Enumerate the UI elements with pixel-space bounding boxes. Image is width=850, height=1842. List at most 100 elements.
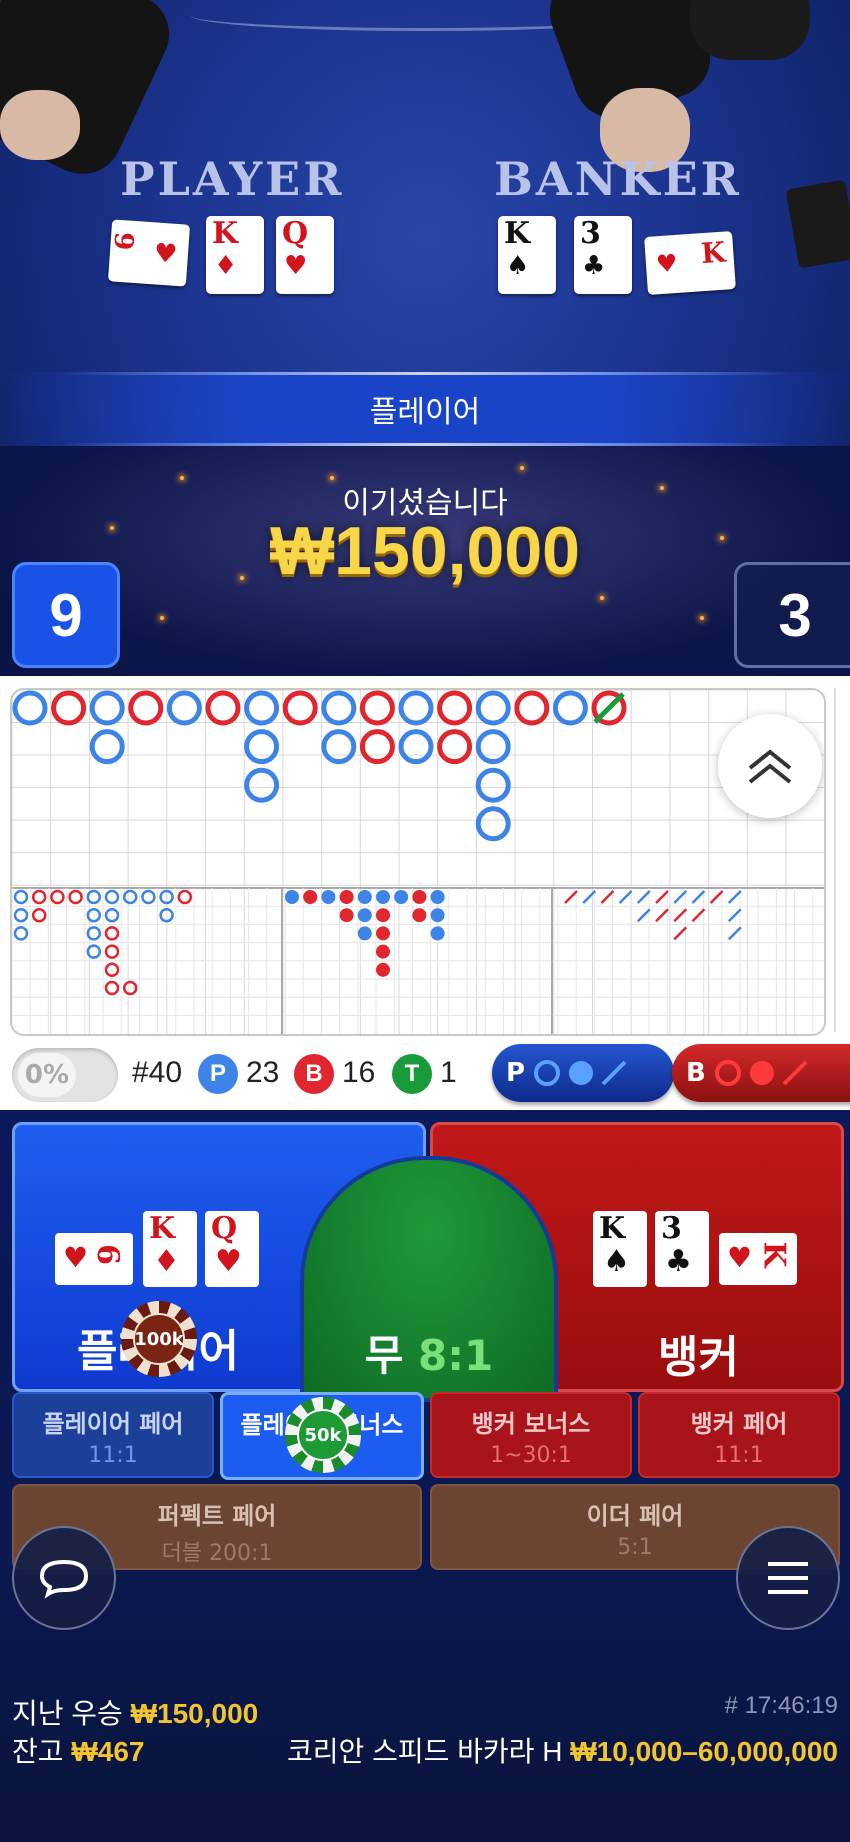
player-bead	[89, 690, 125, 726]
banker-bead	[359, 729, 395, 765]
small-road-mark	[357, 926, 372, 941]
big-eye-mark	[122, 889, 138, 905]
player-badge: P	[198, 1054, 238, 1094]
roadmap-panel[interactable]	[10, 688, 826, 1036]
ask-player-label: P	[506, 1058, 526, 1088]
small-road-mark	[376, 890, 390, 904]
banker-bead	[128, 690, 164, 726]
last-win-label: 지난 우승	[12, 1698, 123, 1729]
player-bead	[398, 690, 434, 726]
roadmap-grid	[12, 690, 824, 1034]
banker-bonus-label: 뱅커 보너스	[471, 1410, 591, 1438]
cockroach-mark	[673, 926, 688, 941]
bet-tie-spot[interactable]: 무 8:1	[300, 1156, 558, 1402]
small-road-mark	[376, 944, 390, 959]
dealer-shoulder	[690, 0, 810, 60]
dealer-left-hand	[0, 90, 80, 160]
bet-player-card-3: Q ♥	[205, 1211, 259, 1287]
percent-value: 0%	[18, 1053, 76, 1097]
cockroach-mark	[636, 890, 651, 904]
banker-pair-odds: 11:1	[714, 1443, 764, 1468]
player-prediction-icons	[534, 1060, 627, 1086]
collapse-roadmap-button[interactable]	[718, 714, 822, 818]
derived-roads	[13, 889, 742, 996]
last-win-amount: ₩150,000	[130, 1698, 259, 1729]
big-road	[12, 690, 627, 842]
small-road-mark	[394, 890, 409, 904]
banker-bead	[437, 690, 473, 726]
chat-icon	[39, 1559, 89, 1599]
player-bead	[398, 729, 434, 765]
big-eye-mark	[31, 889, 47, 905]
chat-button[interactable]	[12, 1526, 116, 1630]
small-road-mark	[303, 890, 318, 904]
bet-banker-bonus[interactable]: 뱅커 보너스 1~30:1	[430, 1392, 632, 1478]
small-road-mark	[430, 908, 445, 923]
ask-player-button[interactable]: P	[492, 1044, 674, 1102]
player-bead	[475, 729, 511, 765]
next-roadmap-peek	[834, 688, 850, 1032]
table-name: 코리안 스피드 바카라 H	[287, 1736, 563, 1767]
small-road-mark	[376, 926, 390, 941]
big-eye-mark	[13, 926, 29, 941]
big-eye-mark	[104, 889, 120, 905]
banker-bead	[282, 690, 318, 726]
balance-row: 잔고 ₩467	[12, 1730, 144, 1770]
cockroach-mark	[600, 890, 615, 904]
roadmap-section: 0% #40 P 23 B 16 T 1 P B	[0, 676, 850, 1110]
banker-side-label: BANKER	[494, 152, 742, 206]
live-video-feed: PLAYER BANKER 6 ♥ K ♦ Q ♥ K ♠ 3 ♣ K ♥ 플레이어 이…	[0, 0, 850, 676]
cockroach-mark	[691, 908, 706, 923]
player-card-2: K ♦	[206, 216, 264, 294]
big-eye-mark	[50, 889, 65, 905]
ask-banker-button[interactable]: B	[672, 1044, 850, 1102]
small-road-mark	[321, 890, 336, 904]
player-score: 9	[12, 562, 120, 668]
tie-badge: T	[392, 1054, 432, 1094]
big-eye-mark	[177, 889, 193, 905]
small-road-mark	[285, 890, 299, 904]
small-road-mark	[412, 890, 427, 904]
menu-button[interactable]	[736, 1526, 840, 1630]
player-pair-label: 플레이어 페어	[42, 1410, 184, 1438]
table-info: 코리안 스피드 바카라 H ₩10,000–60,000,000	[287, 1730, 838, 1770]
chip-50k[interactable]: 50k	[285, 1397, 361, 1473]
small-road-mark	[376, 962, 390, 977]
small-road-mark	[339, 908, 354, 923]
small-road-mark	[376, 908, 390, 923]
bet-player-bonus[interactable]: 플레이어 보너스 50k	[220, 1392, 424, 1480]
banker-bead	[359, 690, 395, 726]
bet-tie-odds: 8:1	[418, 1331, 494, 1380]
player-bead	[166, 690, 202, 726]
player-card-1: 6 ♥	[107, 219, 191, 287]
chip-50k-value: 50k	[297, 1409, 349, 1461]
player-count: 23	[246, 1056, 280, 1089]
round-time: # 17:46:19	[724, 1692, 838, 1719]
card-shoe	[785, 179, 850, 269]
bet-player-card-2: K ♦	[143, 1211, 197, 1287]
banker-prediction-icons	[714, 1060, 808, 1086]
chip-100k[interactable]: 100k	[121, 1301, 197, 1377]
chevron-up-icon	[748, 749, 792, 784]
bet-banker-pair[interactable]: 뱅커 페어 11:1	[638, 1392, 840, 1478]
hamburger-menu-icon	[768, 1562, 808, 1594]
banker-card-3: K ♥	[644, 231, 736, 295]
win-amount: ₩150,000	[270, 513, 580, 589]
player-bead	[475, 690, 511, 726]
big-eye-mark	[13, 907, 29, 923]
banker-bead	[205, 690, 241, 726]
player-bead	[475, 806, 511, 842]
cockroach-mark	[655, 890, 669, 904]
cockroach-mark	[564, 890, 578, 904]
stats-row: 0% #40 P 23 B 16 T 1 P B	[0, 1044, 850, 1106]
percent-toggle[interactable]: 0%	[12, 1048, 118, 1102]
cockroach-mark	[655, 908, 669, 923]
player-bead	[244, 729, 280, 765]
player-bead	[244, 767, 280, 803]
bet-player-pair[interactable]: 플레이어 페어 11:1	[12, 1392, 214, 1478]
small-road-mark	[430, 926, 445, 941]
bet-player-card-1: ♥ 6	[55, 1233, 133, 1285]
big-eye-mark	[13, 889, 29, 905]
small-road-mark	[430, 890, 445, 904]
banker-bead	[514, 690, 550, 726]
